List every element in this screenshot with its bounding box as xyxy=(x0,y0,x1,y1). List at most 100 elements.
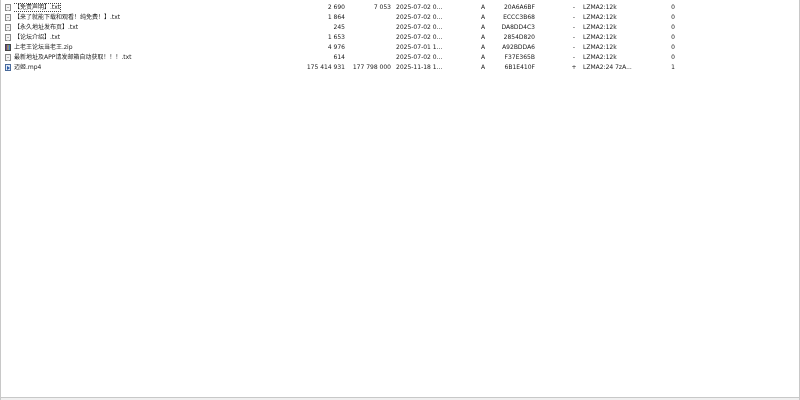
file-name-text: 【免责声明】.txt xyxy=(14,3,62,12)
file-packed-size xyxy=(347,23,391,33)
file-modified: 2025-07-01 1... xyxy=(396,43,476,53)
file-block: 0 xyxy=(661,33,675,43)
file-block-text: 0 xyxy=(671,54,675,61)
file-attributes: A xyxy=(478,23,488,33)
file-method: LZMA2:24 7zA... xyxy=(583,63,643,73)
file-modified: 2025-07-02 0... xyxy=(396,53,476,63)
file-encrypted-text: - xyxy=(572,34,576,41)
file-block-text: 0 xyxy=(671,14,675,21)
file-size: 614 xyxy=(301,53,345,63)
txt-icon xyxy=(5,4,11,11)
file-row[interactable]: 上老王论坛当老王.zip 4 976 2025-07-01 1... A A92BDDA… xyxy=(1,43,799,53)
file-size-text: 614 xyxy=(333,54,345,61)
file-method: LZMA2:12k xyxy=(583,43,643,53)
file-name: 最新地址及APP请发邮箱自动获取！！！.txt xyxy=(14,53,304,63)
file-attributes-text: A xyxy=(480,34,486,41)
file-size-text: 175 414 931 xyxy=(306,64,345,71)
file-packed-size-text: 7 053 xyxy=(373,4,391,11)
file-row[interactable]: 【免责声明】.txt 2 690 7 053 2025-07-02 0... A 20A6… xyxy=(1,3,799,13)
file-row[interactable]: 【来了就能下载和观看！纯免费！】.txt 1 864 2025-07-02 0...… xyxy=(1,13,799,23)
file-packed-size xyxy=(347,13,391,23)
file-method: LZMA2:12k xyxy=(583,13,643,23)
file-crc-text: 6B1E410F xyxy=(504,64,535,71)
file-icon-cell xyxy=(5,33,13,43)
file-modified-text: 2025-07-02 0... xyxy=(396,24,443,31)
file-size: 1 653 xyxy=(301,33,345,43)
file-encrypted-text: - xyxy=(572,24,576,31)
file-crc-text: 2854D820 xyxy=(503,34,535,41)
file-method: LZMA2:12k xyxy=(583,3,643,13)
file-size-text: 2 690 xyxy=(327,4,345,11)
file-method-text: LZMA2:12k xyxy=(583,24,617,31)
file-method-text: LZMA2:12k xyxy=(583,54,617,61)
txt-icon xyxy=(5,24,11,31)
file-modified-text: 2025-07-02 0... xyxy=(396,4,443,11)
txt-icon xyxy=(5,34,11,41)
file-attributes: A xyxy=(478,43,488,53)
file-encrypted: - xyxy=(567,43,581,53)
file-method-text: LZMA2:24 7zA... xyxy=(583,64,632,71)
file-name-text: 【来了就能下载和观看！纯免费！】.txt xyxy=(14,14,121,21)
file-list: 【免责声明】.txt 2 690 7 053 2025-07-02 0... A 20A6… xyxy=(1,3,799,73)
file-block-text: 0 xyxy=(671,4,675,11)
file-block: 0 xyxy=(661,23,675,33)
file-attributes-text: A xyxy=(480,44,486,51)
archive-window: 【免责声明】.txt 2 690 7 053 2025-07-02 0... A 20A6… xyxy=(0,0,800,400)
file-attributes: A xyxy=(478,33,488,43)
file-size: 245 xyxy=(301,23,345,33)
file-modified-text: 2025-07-02 0... xyxy=(396,54,443,61)
file-attributes: A xyxy=(478,13,488,23)
zip-icon xyxy=(5,44,11,51)
file-attributes-text: A xyxy=(480,4,486,11)
file-method-text: LZMA2:12k xyxy=(583,4,617,11)
file-block-text: 1 xyxy=(671,64,675,71)
file-encrypted: - xyxy=(567,3,581,13)
file-attributes-text: A xyxy=(480,14,486,21)
file-icon-cell xyxy=(5,23,13,33)
file-crc: ECCC3B68 xyxy=(491,13,535,23)
file-modified-text: 2025-11-18 1... xyxy=(396,64,443,71)
file-name-text: 最新地址及APP请发邮箱自动获取！！！.txt xyxy=(14,54,132,61)
file-packed-size xyxy=(347,53,391,63)
file-icon-cell xyxy=(5,3,13,13)
file-packed-size xyxy=(347,43,391,53)
file-modified: 2025-07-02 0... xyxy=(396,23,476,33)
file-row[interactable]: 【永久地址发布页】.txt 245 2025-07-02 0... A DA8DD4C3… xyxy=(1,23,799,33)
file-size-text: 1 653 xyxy=(327,34,345,41)
file-method-text: LZMA2:12k xyxy=(583,34,617,41)
file-block: 0 xyxy=(661,13,675,23)
file-modified-text: 2025-07-02 0... xyxy=(396,34,443,41)
file-size: 2 690 xyxy=(301,3,345,13)
file-name: 【论坛介绍】.txt xyxy=(14,33,304,43)
file-name-text: 【永久地址发布页】.txt xyxy=(14,24,79,31)
file-block: 0 xyxy=(661,3,675,13)
file-icon-cell xyxy=(5,53,13,63)
file-crc-text: 20A6A6BF xyxy=(503,4,535,11)
file-crc: 2854D820 xyxy=(491,33,535,43)
file-name: 【永久地址发布页】.txt xyxy=(14,23,304,33)
file-crc: A92BDDA6 xyxy=(491,43,535,53)
file-modified: 2025-07-02 0... xyxy=(396,33,476,43)
file-crc-text: ECCC3B68 xyxy=(503,14,535,21)
file-encrypted: - xyxy=(567,33,581,43)
file-crc: DA8DD4C3 xyxy=(491,23,535,33)
file-crc: 20A6A6BF xyxy=(491,3,535,13)
file-row[interactable]: 迈姬.mp4 175 414 931 177 798 000 2025-11-18 1… xyxy=(1,63,799,73)
file-block: 0 xyxy=(661,43,675,53)
file-modified: 2025-07-02 0... xyxy=(396,3,476,13)
file-method-text: LZMA2:12k xyxy=(583,14,617,21)
file-encrypted: - xyxy=(567,13,581,23)
file-row[interactable]: 最新地址及APP请发邮箱自动获取！！！.txt 614 2025-07-02 0..… xyxy=(1,53,799,63)
file-method: LZMA2:12k xyxy=(583,53,643,63)
file-row[interactable]: 【论坛介绍】.txt 1 653 2025-07-02 0... A 2854D820 -… xyxy=(1,33,799,43)
file-packed-size: 7 053 xyxy=(347,3,391,13)
file-method: LZMA2:12k xyxy=(583,23,643,33)
file-attributes: A xyxy=(478,53,488,63)
file-icon-cell xyxy=(5,13,13,23)
file-size: 1 864 xyxy=(301,13,345,23)
file-name-text: 上老王论坛当老王.zip xyxy=(14,44,73,51)
file-name: 迈姬.mp4 xyxy=(14,63,304,73)
file-encrypted: - xyxy=(567,23,581,33)
file-encrypted: - xyxy=(567,53,581,63)
video-icon xyxy=(5,64,11,71)
